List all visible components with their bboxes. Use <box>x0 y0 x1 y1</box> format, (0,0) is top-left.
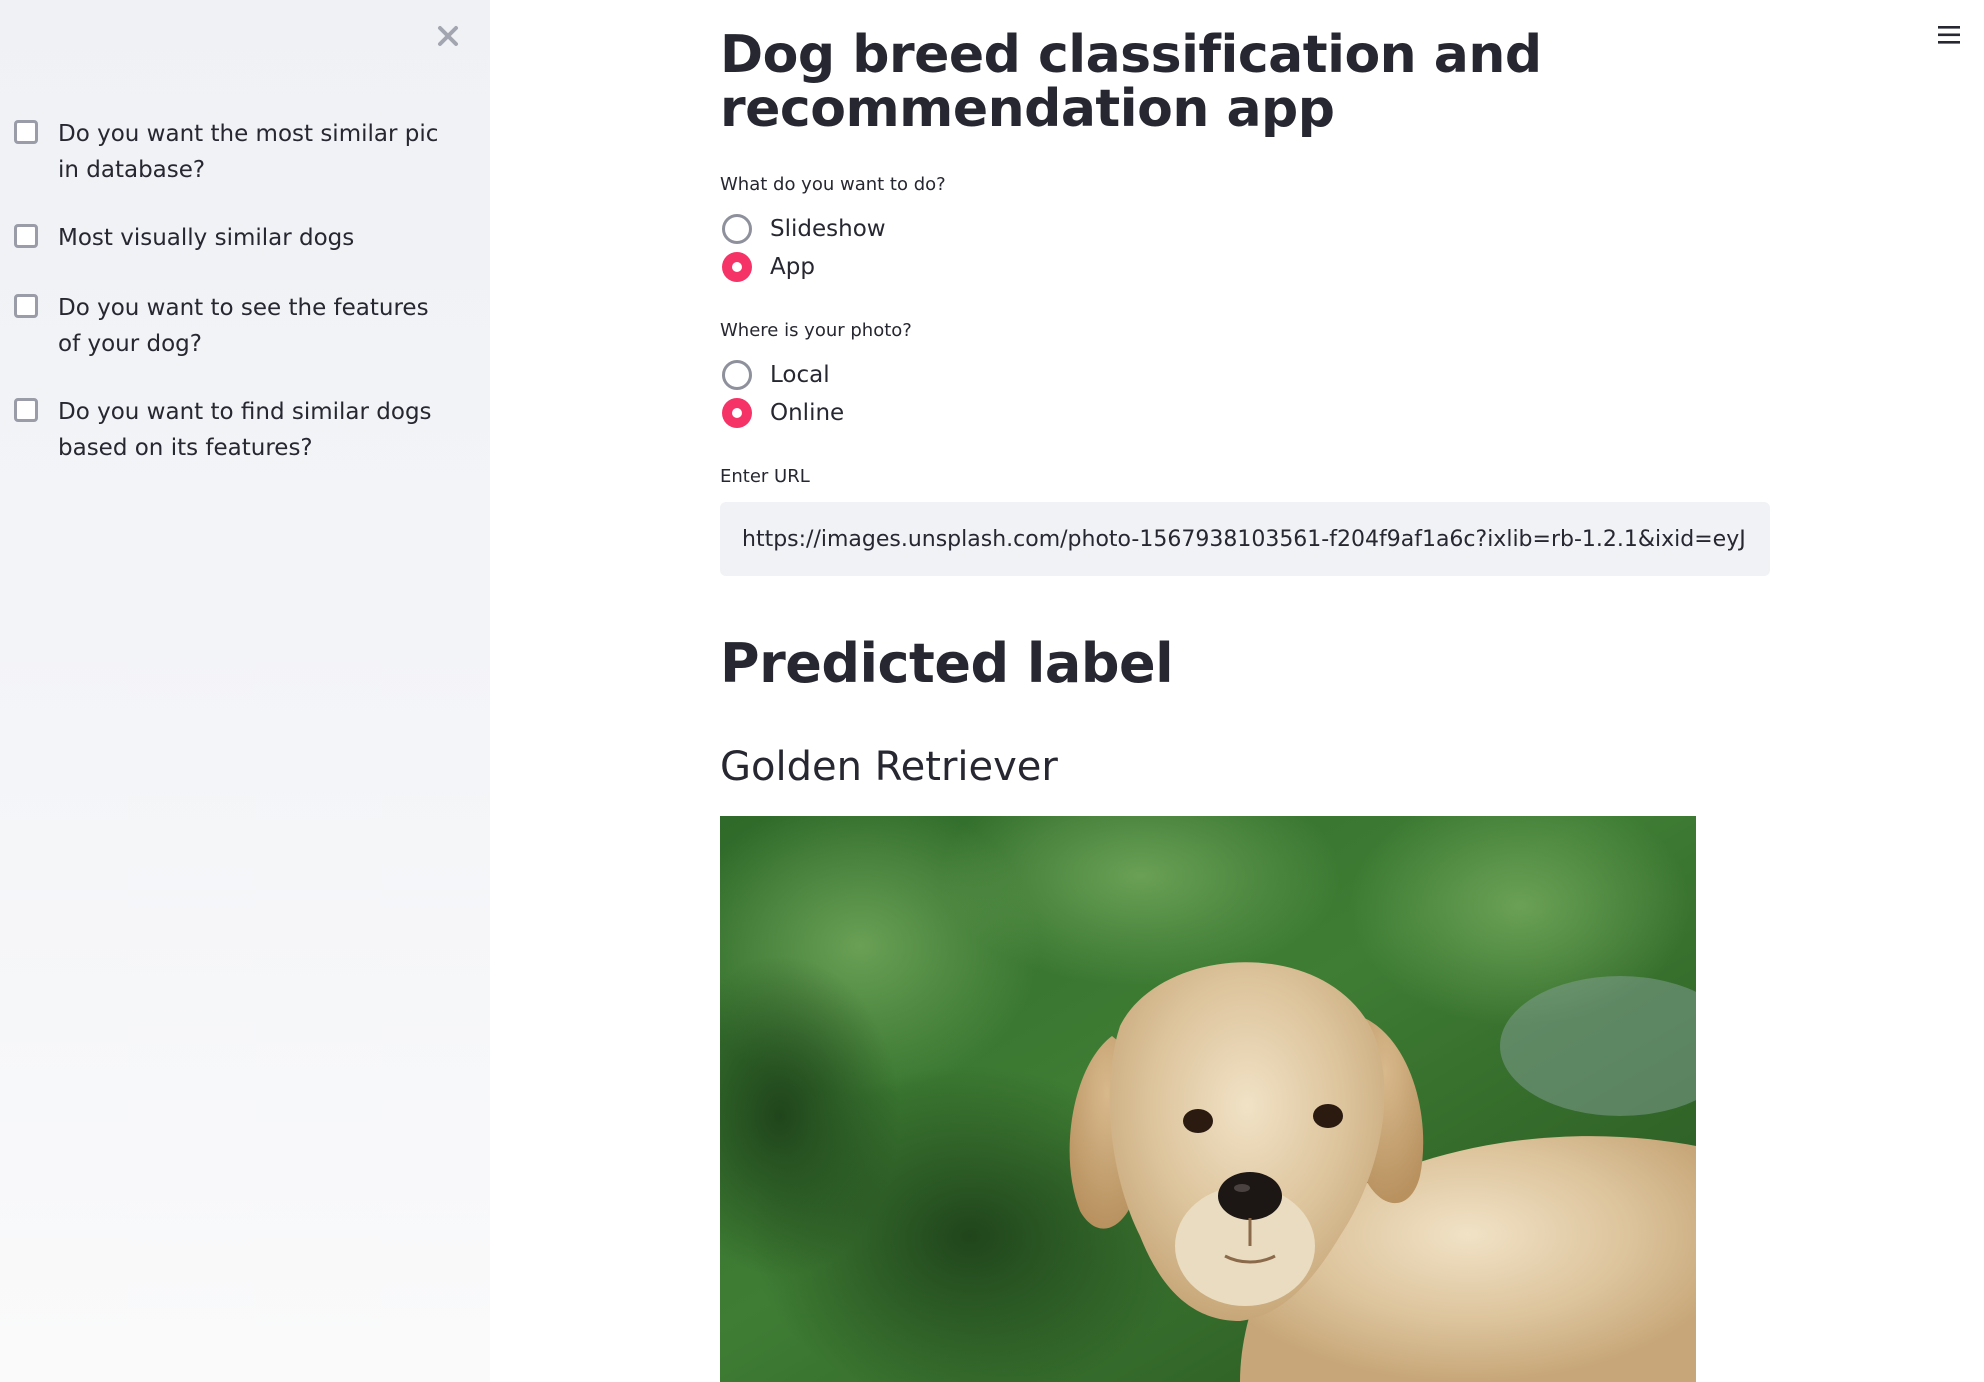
url-input-label: Enter URL <box>720 466 810 487</box>
dog-photo <box>720 816 1696 1382</box>
radio-button-selected[interactable] <box>722 252 752 282</box>
radio-app[interactable]: App <box>722 250 815 284</box>
radio-option-label: Online <box>770 400 845 426</box>
checkbox-label: Most visually similar dogs <box>58 225 355 251</box>
predicted-breed: Golden Retriever <box>720 744 1058 790</box>
mode-radio-label: What do you want to do? <box>720 174 946 195</box>
checkbox-find-similar-by-features[interactable]: Do you want to find similar dogs based o… <box>14 394 464 466</box>
sidebar: Do you want the most similar pic in data… <box>0 0 490 1382</box>
page-title: Dog breed classification and recommendat… <box>720 25 1542 139</box>
checkbox-label: Do you want to find similar dogs based o… <box>58 399 432 461</box>
radio-online[interactable]: Online <box>722 396 844 430</box>
main-menu-button[interactable] <box>1937 24 1965 50</box>
checkbox-most-similar-pic[interactable]: Do you want the most similar pic in data… <box>14 116 464 188</box>
hamburger-menu-icon <box>1938 26 1960 44</box>
radio-slideshow[interactable]: Slideshow <box>722 212 886 246</box>
radio-option-label: Local <box>770 362 830 388</box>
checkbox-label: Do you want to see the features of your … <box>58 295 429 357</box>
radio-button[interactable] <box>722 360 752 390</box>
close-icon <box>438 26 458 46</box>
checkbox-box[interactable] <box>14 294 38 318</box>
photo-source-label: Where is your photo? <box>720 320 912 341</box>
radio-option-label: Slideshow <box>770 216 886 242</box>
radio-option-label: App <box>770 254 815 280</box>
radio-local[interactable]: Local <box>722 358 830 392</box>
radio-button-selected[interactable] <box>722 398 752 428</box>
close-sidebar-button[interactable] <box>434 22 462 50</box>
radio-button[interactable] <box>722 214 752 244</box>
checkbox-box[interactable] <box>14 224 38 248</box>
url-input[interactable] <box>720 502 1770 576</box>
checkbox-see-features[interactable]: Do you want to see the features of your … <box>14 290 464 362</box>
checkbox-box[interactable] <box>14 120 38 144</box>
predicted-label-heading: Predicted label <box>720 632 1174 695</box>
checkbox-label: Do you want the most similar pic in data… <box>58 121 439 183</box>
checkbox-box[interactable] <box>14 398 38 422</box>
checkbox-visually-similar-dogs[interactable]: Most visually similar dogs <box>14 220 464 256</box>
